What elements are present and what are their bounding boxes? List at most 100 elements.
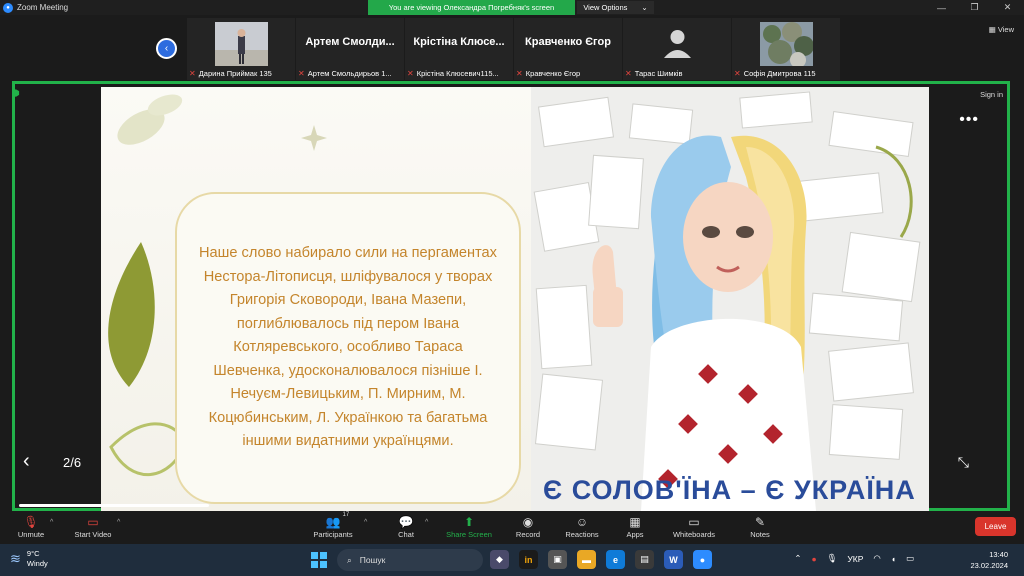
previous-slide-button[interactable]: ‹ xyxy=(23,450,30,473)
copilot-icon[interactable]: ◆ xyxy=(490,550,509,569)
participant-display-name: Кравченко Єгор xyxy=(525,36,611,48)
whiteboards-label: Whiteboards xyxy=(672,530,716,539)
weather-widget[interactable]: ≋ 9°C Windy xyxy=(10,549,48,569)
mic-muted-icon: ✕ xyxy=(298,69,305,78)
zoom-logo-icon: ● xyxy=(3,2,13,13)
participants-label: Participants xyxy=(313,530,353,539)
word-icon[interactable]: W xyxy=(664,550,683,569)
participant-name: Софія Дмитрова 115 xyxy=(743,69,816,78)
in-app-icon[interactable]: in xyxy=(519,550,538,569)
meeting-toolbar: 🎙 Unmute ^ ▭ Start Video ^ 👥 17 Participa… xyxy=(0,511,1024,544)
file-explorer-icon[interactable]: ▬ xyxy=(577,550,596,569)
taskbar-clock[interactable]: 13:40 23.02.2024 xyxy=(970,549,1008,571)
language-indicator[interactable]: УКР xyxy=(847,554,863,564)
record-button[interactable]: ◉ Record xyxy=(513,513,543,543)
record-icon: ◉ xyxy=(522,514,534,529)
store-icon[interactable]: ▤ xyxy=(635,550,654,569)
participants-icon: 👥 17 xyxy=(325,512,350,529)
wind-icon: ≋ xyxy=(10,551,21,566)
participant-display-name: Артем Смолди... xyxy=(305,36,395,48)
chat-chevron-icon[interactable]: ^ xyxy=(425,519,428,526)
start-video-button[interactable]: ▭ Start Video xyxy=(71,513,115,543)
leave-button[interactable]: Leave xyxy=(975,517,1016,536)
audio-options-chevron-icon[interactable]: ^ xyxy=(50,519,53,526)
weather-temperature: 9°C xyxy=(26,549,40,558)
mic-muted-icon: ✕ xyxy=(516,69,523,78)
slide-text-panel: Наше слово набирало сили на пергаментах … xyxy=(101,87,531,511)
unmute-button[interactable]: 🎙 Unmute xyxy=(16,513,46,543)
zoom-taskbar-icon[interactable]: ● xyxy=(693,550,712,569)
gallery-view-button[interactable]: ▦ View xyxy=(989,25,1014,34)
participant-tile[interactable]: Крістіна Клюсе... ✕ Крістіна Клюсевич115.… xyxy=(405,18,513,80)
view-options-label: View Options xyxy=(583,3,628,12)
task-view-icon[interactable]: ▣ xyxy=(548,550,567,569)
participant-tile[interactable]: ✕ Тарас Шимків xyxy=(623,18,731,80)
title-bar: ● Zoom Meeting You are viewing Олександр… xyxy=(0,0,1024,15)
chevron-left-icon: ‹ xyxy=(164,43,169,54)
previous-page-button[interactable]: ‹ xyxy=(156,38,177,59)
shield-icon: ⬢ xyxy=(12,88,20,98)
participant-strip: ‹ ✕ Дарина Приймак 135 Артем Смолди... ✕ А… xyxy=(0,15,1024,81)
participants-chevron-icon[interactable]: ^ xyxy=(364,519,367,526)
wifi-icon[interactable]: ◠ xyxy=(873,553,880,564)
slide-banner-text: Є СОЛОВ'ЇНА – Є УКРАЇНА xyxy=(543,475,916,505)
reactions-button[interactable]: ☺ Reactions xyxy=(562,513,602,543)
microphone-icon[interactable]: 🎙 xyxy=(827,553,838,564)
close-button[interactable]: ✕ xyxy=(991,0,1024,15)
share-screen-button[interactable]: ⬆ Share Screen xyxy=(444,513,494,543)
more-options-icon[interactable]: ••• xyxy=(959,111,979,129)
participant-display-name: Крістіна Клюсе... xyxy=(413,36,505,48)
participant-tile[interactable]: ✕ Дарина Приймак 135 xyxy=(187,18,295,80)
participant-tile[interactable]: Кравченко Єгор ✕ Кравченко Єгор xyxy=(514,18,622,80)
battery-icon[interactable]: ▭ xyxy=(906,553,914,564)
participant-name: Крістіна Клюсевич115... xyxy=(416,69,499,78)
share-screen-label: Share Screen xyxy=(446,530,492,539)
sign-in-link[interactable]: Sign in xyxy=(980,90,1003,99)
slide-body-text: Наше слово набирало сили на пергаментах … xyxy=(199,245,497,450)
participant-name: Тарас Шимків xyxy=(634,69,683,78)
mic-muted-icon: ✕ xyxy=(625,69,632,78)
slide-illustration: Є СОЛОВ'ЇНА – Є УКРАЇНА xyxy=(531,87,929,511)
apps-button[interactable]: ▦ Apps xyxy=(623,513,647,543)
participant-tile[interactable]: Артем Смолди... ✕ Артем Смольдирьов 1... xyxy=(296,18,404,80)
volume-icon[interactable]: ◖ xyxy=(891,554,896,564)
window-title: Zoom Meeting xyxy=(17,3,69,12)
search-icon: ⌕ xyxy=(347,554,352,565)
mic-muted-icon: ✕ xyxy=(734,69,741,78)
chat-button[interactable]: 💬 Chat xyxy=(392,513,420,543)
participant-video-thumbnail xyxy=(215,22,268,66)
minimize-button[interactable]: — xyxy=(925,0,958,15)
whiteboards-button[interactable]: ▭ Whiteboards xyxy=(670,513,718,543)
edge-icon[interactable]: e xyxy=(606,550,625,569)
slide-text-box: Наше слово набирало сили на пергаментах … xyxy=(175,192,521,504)
windows-taskbar: ≋ 9°C Windy ⌕ Пошук ◆ in ▣ ▬ e ▤ W ● ⌃ ●… xyxy=(0,544,1024,576)
slide-page-indicator: 2/6 xyxy=(63,455,82,470)
participants-count: 17 xyxy=(342,512,350,518)
unmute-label: Unmute xyxy=(17,530,45,539)
chevron-up-icon[interactable]: ⌃ xyxy=(794,553,801,564)
start-button[interactable] xyxy=(311,552,327,568)
whiteboard-icon: ▭ xyxy=(688,514,700,529)
view-options-button[interactable]: View Options ⌄ xyxy=(577,1,654,14)
chat-icon: 💬 xyxy=(398,514,414,529)
viewing-banner: You are viewing Олександра Погребняк's s… xyxy=(368,0,575,15)
notes-button[interactable]: ✎ Notes xyxy=(748,513,772,543)
avatar-icon xyxy=(651,22,704,66)
participant-name: Дарина Приймак 135 xyxy=(198,69,272,78)
apps-label: Apps xyxy=(626,530,644,539)
participant-tile[interactable]: ✕ Софія Дмитрова 115 xyxy=(732,18,840,80)
participants-button[interactable]: 👥 17 Participants xyxy=(310,512,356,543)
zoom-window: ● Zoom Meeting You are viewing Олександр… xyxy=(0,0,1024,576)
taskbar-search[interactable]: ⌕ Пошук xyxy=(337,549,483,571)
mic-off-icon: 🎙 xyxy=(23,514,39,529)
maximize-button[interactable]: ❐ xyxy=(958,0,991,15)
mic-muted-icon: ✕ xyxy=(407,69,414,78)
clock-time: 13:40 xyxy=(989,550,1008,559)
exit-fullscreen-icon[interactable]: ⤡ xyxy=(958,454,969,471)
system-tray: ⌃ ● 🎙 УКР ◠ ◖ ▭ xyxy=(794,553,914,564)
tray-app-icon[interactable]: ● xyxy=(811,554,816,564)
presentation-slide: Наше слово набирало сили на пергаментах … xyxy=(101,87,929,511)
participant-name: Кравченко Єгор xyxy=(525,69,581,78)
slide-progress-bar xyxy=(19,504,209,507)
video-options-chevron-icon[interactable]: ^ xyxy=(117,519,120,526)
